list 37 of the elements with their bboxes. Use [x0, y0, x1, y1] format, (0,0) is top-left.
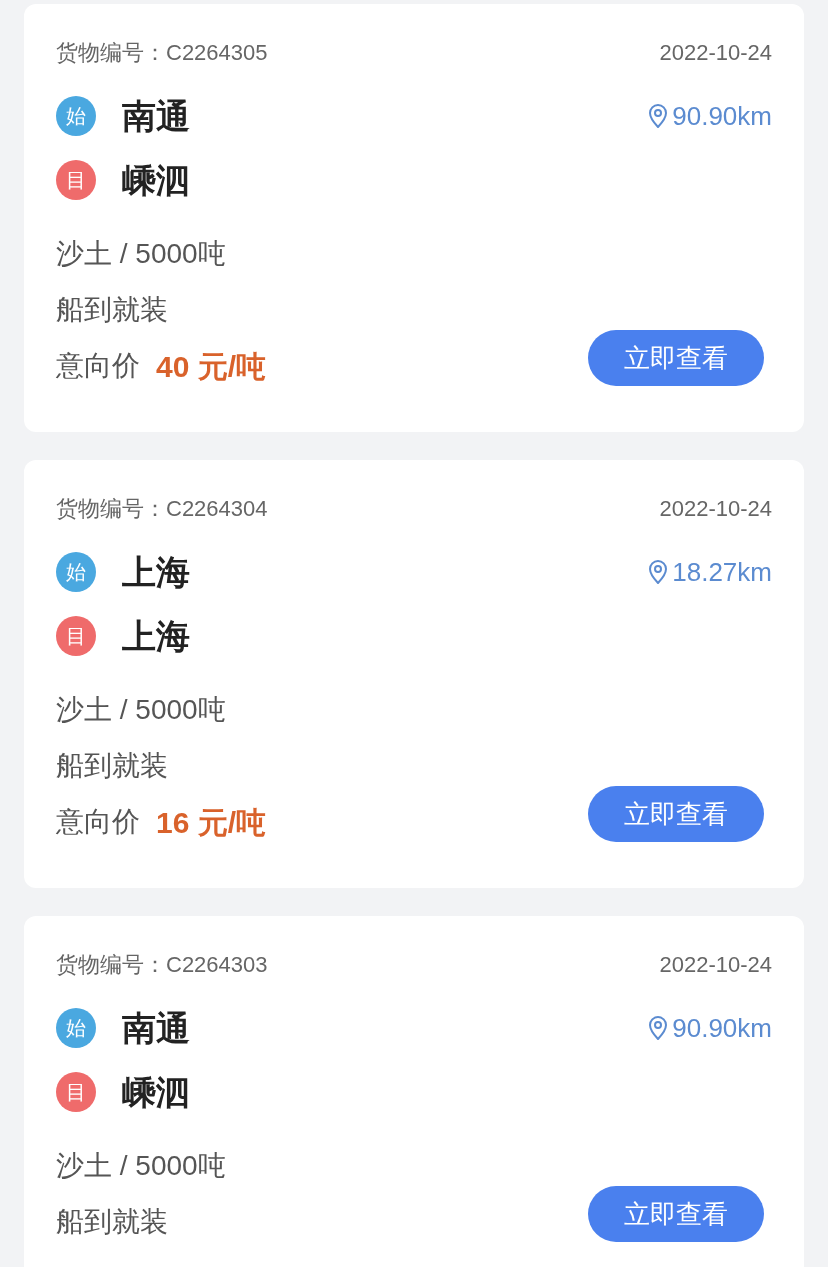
price-value: 16 元/吨	[156, 804, 267, 841]
destination-badge: 目	[56, 616, 96, 656]
city-name: 嵊泗	[122, 1071, 190, 1113]
view-button[interactable]: 立即查看	[588, 786, 764, 842]
distance-text: 90.90km	[672, 99, 772, 133]
location-pin-icon	[648, 104, 669, 128]
cargo-text: 沙土 / 5000吨	[56, 1149, 226, 1183]
price-label: 意向价	[56, 349, 140, 383]
location-pin-icon	[648, 1016, 669, 1040]
date-text: 2022-10-24	[659, 38, 772, 67]
cargo-number: 货物编号：C2264305	[56, 38, 268, 67]
destination-badge: 目	[56, 1072, 96, 1112]
loading-text: 船到就装	[56, 749, 169, 783]
view-button[interactable]: 立即查看	[588, 1186, 764, 1242]
price-label: 意向价	[56, 805, 140, 839]
date-text: 2022-10-24	[659, 494, 772, 523]
loading-text: 船到就装	[56, 293, 169, 327]
location-pin-icon	[648, 560, 669, 584]
cargo-number: 货物编号：C2264303	[56, 950, 268, 979]
view-button[interactable]: 立即查看	[588, 330, 764, 386]
distance-text: 18.27km	[672, 555, 772, 589]
distance-text: 90.90km	[672, 1011, 772, 1045]
city-name: 南通	[122, 1007, 190, 1049]
city-name: 上海	[122, 551, 190, 593]
price-value: 40 元/吨	[156, 348, 267, 385]
loading-text: 船到就装	[56, 1205, 169, 1239]
destination-badge: 目	[56, 160, 96, 200]
cargo-number: 货物编号：C2264304	[56, 494, 268, 523]
city-name: 上海	[122, 615, 190, 657]
cargo-text: 沙土 / 5000吨	[56, 237, 227, 271]
date-text: 2022-10-24	[659, 950, 772, 979]
city-name: 嵊泗	[122, 159, 190, 201]
origin-badge: 始	[56, 96, 96, 136]
origin-badge: 始	[56, 1008, 96, 1048]
origin-badge: 始	[56, 552, 96, 592]
cargo-text: 沙土 / 5000吨	[56, 693, 227, 727]
city-name: 南通	[122, 95, 190, 137]
